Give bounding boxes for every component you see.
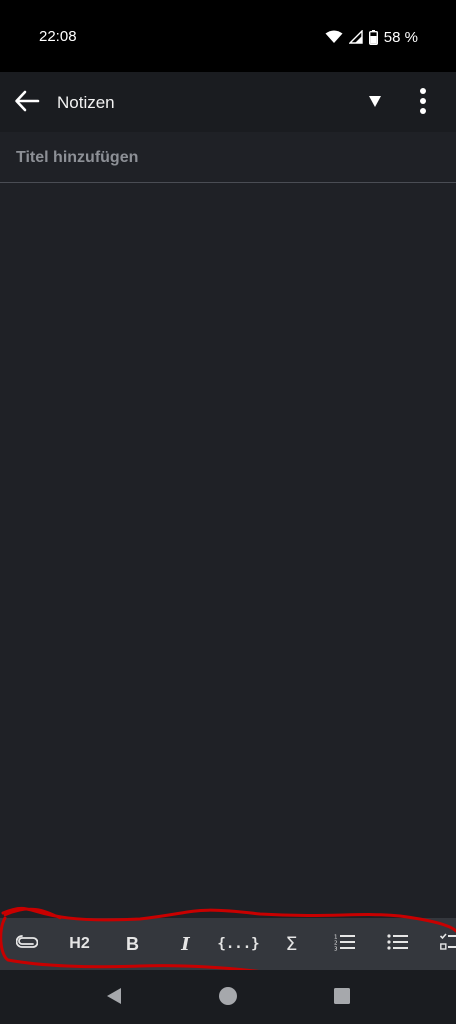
bold-button[interactable]: B (106, 918, 159, 970)
italic-label: I (181, 933, 190, 955)
nav-home-button[interactable] (216, 986, 240, 1010)
nav-recents-button[interactable] (330, 986, 354, 1010)
status-time: 22:08 (39, 28, 77, 45)
bullet-list-button[interactable] (371, 918, 424, 970)
back-button[interactable] (8, 84, 46, 122)
heading-button[interactable]: H2 (53, 918, 106, 970)
checklist-icon (439, 932, 456, 956)
attachment-button[interactable] (0, 918, 53, 970)
dropdown-triangle-icon (369, 94, 381, 112)
italic-button[interactable]: I (159, 918, 212, 970)
bullet-list-icon (386, 933, 409, 956)
wifi-icon (325, 30, 343, 44)
formatting-toolbar: H2 B I {...} Σ 1 2 3 (0, 918, 456, 970)
numbered-list-icon: 1 2 3 (334, 933, 356, 956)
svg-text:3: 3 (334, 946, 338, 951)
numbered-list-button[interactable]: 1 2 3 (318, 918, 371, 970)
back-arrow-icon (14, 90, 40, 117)
status-icons: 58 % (325, 27, 418, 47)
bold-label: B (126, 933, 139, 954)
status-bar: 22:08 58 % (0, 0, 456, 72)
note-content-area[interactable] (0, 184, 456, 905)
home-circle-icon (218, 986, 238, 1011)
notebook-dropdown-button[interactable] (362, 90, 388, 116)
code-button[interactable]: {...} (212, 918, 265, 970)
title-input[interactable] (16, 146, 436, 170)
more-vert-icon (419, 87, 427, 120)
checklist-button[interactable] (424, 918, 456, 970)
nav-back-button[interactable] (102, 986, 126, 1010)
back-triangle-icon (105, 987, 123, 1010)
app-title: Notizen (57, 93, 115, 112)
battery-icon (368, 29, 378, 45)
system-nav-bar (0, 970, 456, 1024)
heading-label: H2 (69, 935, 90, 952)
app-bar: Notizen (0, 72, 456, 132)
battery-percent: 58 % (383, 28, 418, 46)
code-label: {...} (217, 936, 260, 952)
attachment-icon (15, 934, 38, 954)
math-button[interactable]: Σ (265, 918, 318, 970)
more-options-button[interactable] (408, 84, 438, 122)
signal-icon (348, 30, 363, 44)
title-field (0, 132, 456, 183)
math-label: Σ (285, 933, 298, 955)
recents-square-icon (333, 987, 351, 1010)
